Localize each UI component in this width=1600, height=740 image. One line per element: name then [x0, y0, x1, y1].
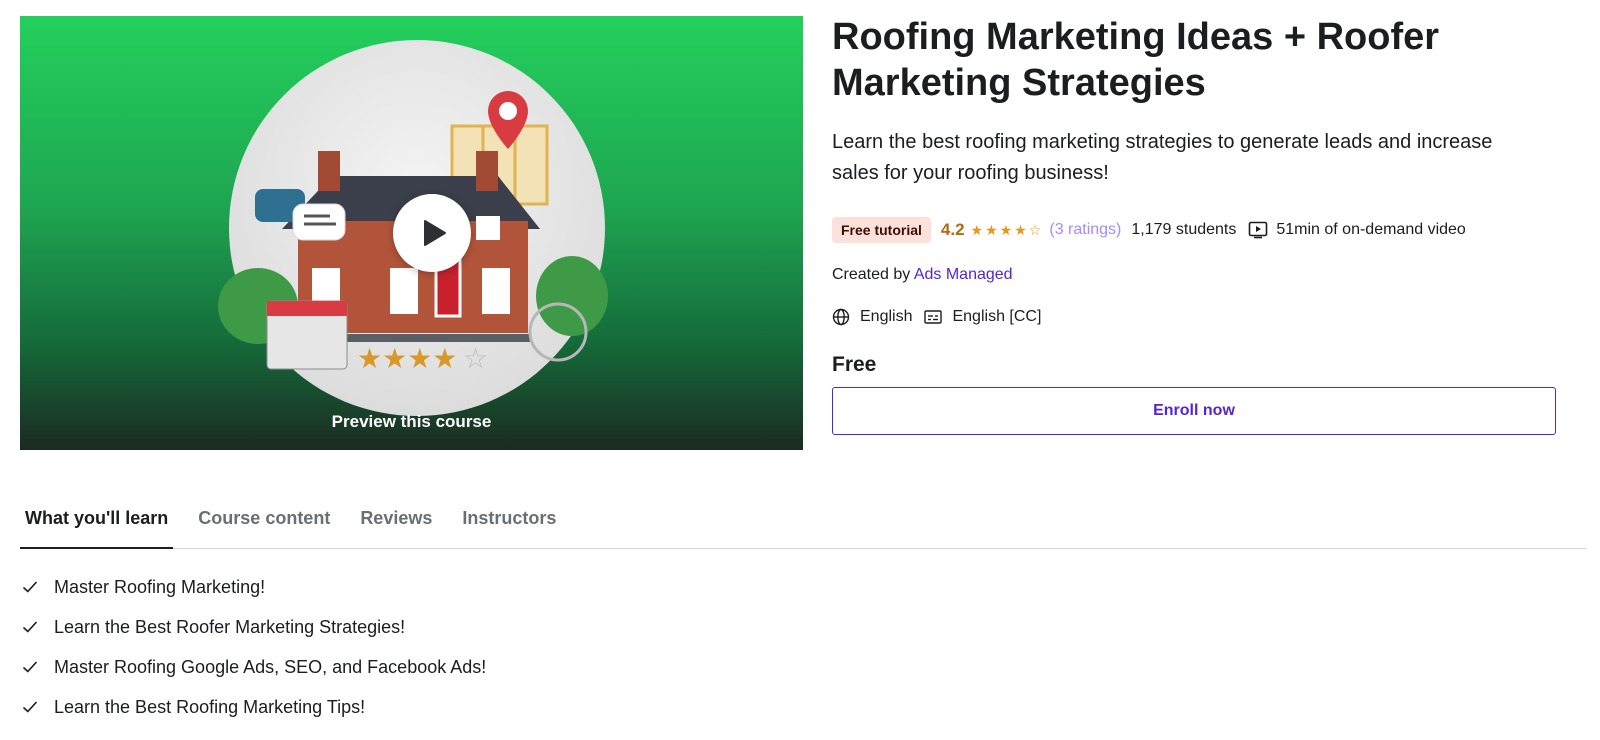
tab-what-youll-learn[interactable]: What you'll learn — [20, 494, 174, 549]
video-duration: 51min of on-demand video — [1276, 221, 1466, 238]
course-subtitle: Learn the best roofing marketing strateg… — [832, 131, 1493, 184]
learn-item-text: Learn the Best Roofer Marketing Strategi… — [54, 616, 406, 637]
star-full-icon: ★ — [1014, 221, 1027, 238]
course-title: Roofing Marketing Ideas + Roofer Marketi… — [832, 16, 1440, 104]
students-count: 1,179 students — [1131, 221, 1237, 238]
tab-course-content[interactable]: Course content — [193, 494, 335, 549]
created-by: Created by Ads Managed — [832, 266, 1013, 284]
play-button[interactable] — [393, 194, 471, 272]
learn-list: Master Roofing Marketing! Learn the Best… — [22, 567, 486, 727]
tab-reviews[interactable]: Reviews — [355, 494, 437, 549]
star-full-icon: ★ — [999, 221, 1013, 238]
course-meta: Free tutorial 4.2 ★ ★ ★ ★ ☆ (3 ratings) … — [832, 217, 1466, 243]
instructor-link[interactable]: Ads Managed — [914, 266, 1013, 283]
captions-icon — [924, 309, 943, 325]
video-icon — [1248, 221, 1268, 239]
course-preview[interactable]: ★★★★ ☆ Preview this course — [20, 16, 803, 450]
globe-icon — [832, 308, 850, 326]
check-icon — [22, 580, 54, 594]
learn-item-text: Master Roofing Google Ads, SEO, and Face… — [54, 656, 487, 677]
course-tabs: What you'll learn Course content Reviews… — [20, 494, 1587, 549]
star-full-icon: ★ — [985, 221, 998, 238]
course-captions: English [CC] — [952, 308, 1042, 325]
check-icon — [22, 660, 54, 674]
play-icon — [424, 220, 446, 246]
enroll-now-button[interactable]: Enroll now — [832, 387, 1556, 435]
check-icon — [22, 700, 54, 714]
ratings-count-link[interactable]: (3 ratings) — [1049, 221, 1121, 239]
free-tutorial-badge: Free tutorial — [832, 217, 931, 243]
course-language: English — [860, 308, 913, 325]
star-empty-icon: ☆ — [1028, 221, 1042, 238]
course-price: Free — [832, 353, 877, 376]
list-item: Learn the Best Roofing Marketing Tips! — [22, 687, 486, 727]
svg-text:☆: ☆ — [463, 342, 488, 375]
preview-label: Preview this course — [331, 412, 492, 431]
list-item: Learn the Best Roofer Marketing Strategi… — [22, 607, 486, 647]
svg-text:★★★★: ★★★★ — [357, 342, 457, 375]
created-by-label: Created by — [832, 266, 911, 283]
language-row: English English [CC] — [832, 308, 1053, 326]
learn-item-text: Learn the Best Roofing Marketing Tips! — [54, 696, 366, 717]
rating-value: 4.2 — [940, 220, 965, 239]
tab-instructors[interactable]: Instructors — [457, 494, 561, 549]
list-item: Master Roofing Marketing! — [22, 567, 486, 607]
learn-item-text: Master Roofing Marketing! — [54, 576, 266, 597]
star-full-icon: ★ — [970, 221, 984, 238]
list-item: Master Roofing Google Ads, SEO, and Face… — [22, 647, 486, 687]
check-icon — [22, 620, 54, 634]
rating-stars: ★ ★ ★ ★ ☆ — [971, 222, 1044, 239]
